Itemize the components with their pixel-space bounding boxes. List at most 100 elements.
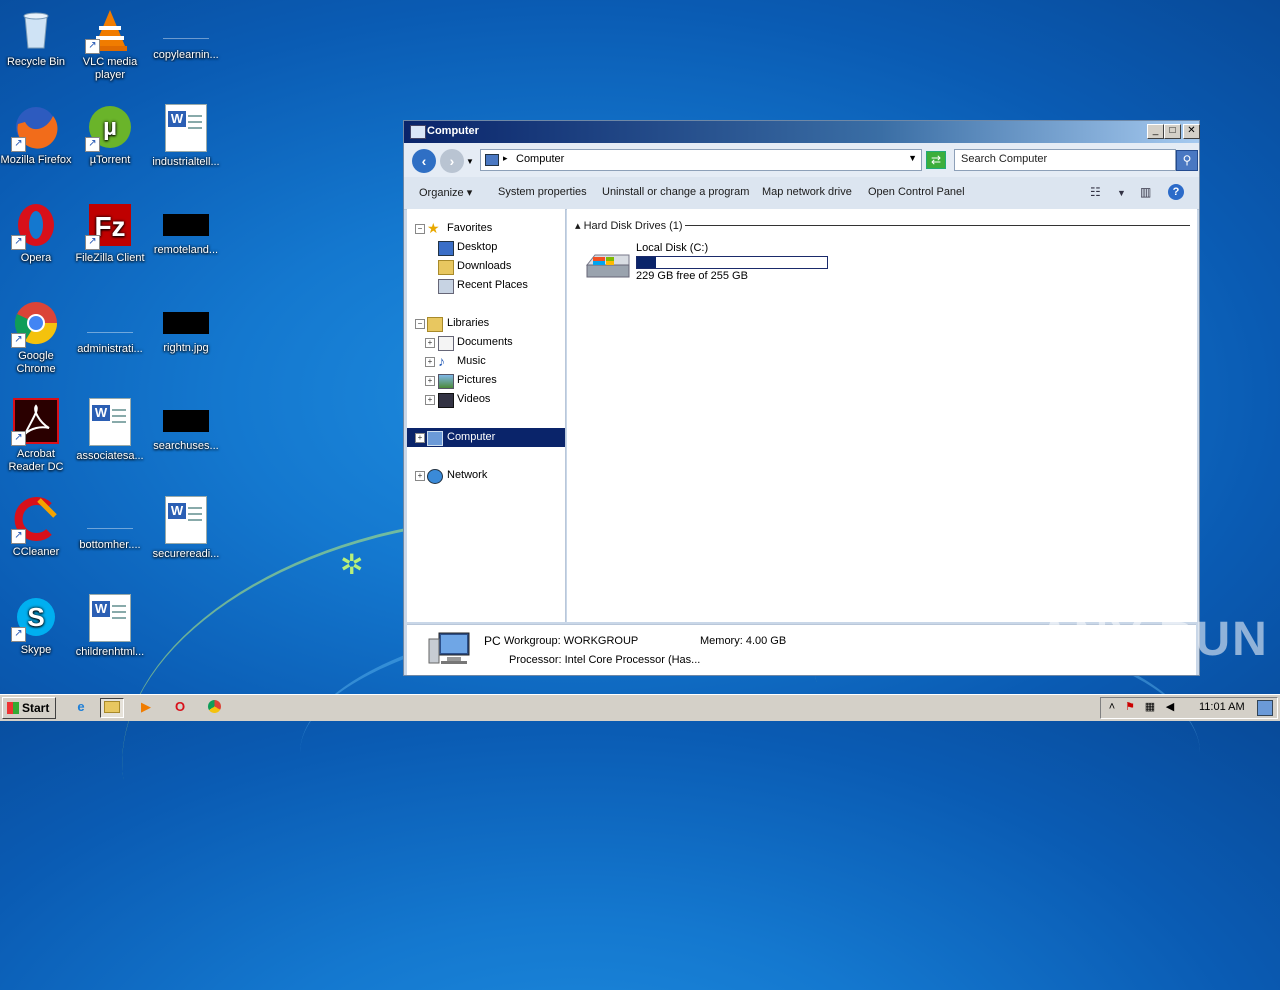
- explorer-taskbar-button[interactable]: [100, 698, 124, 718]
- desktop-icon-chrome[interactable]: ↗ Google Chrome: [0, 300, 74, 376]
- libraries-icon: [427, 317, 443, 332]
- image-file-icon: [163, 410, 209, 432]
- chrome-taskbar-icon[interactable]: [203, 698, 225, 716]
- nav-item-documents[interactable]: + Documents: [407, 333, 565, 352]
- desktop-icon-copylearnin[interactable]: copylearnin...: [148, 6, 224, 62]
- workgroup-label: Workgroup: WORKGROUP: [504, 635, 639, 647]
- desktop-icon-firefox[interactable]: ↗ Mozilla Firefox: [0, 104, 74, 167]
- desktop-icon-childrenhtml[interactable]: W childrenhtml...: [72, 594, 148, 659]
- view-options-icon[interactable]: ☷: [1090, 185, 1101, 199]
- expand-icon[interactable]: +: [415, 471, 425, 481]
- system-properties-button[interactable]: System properties: [498, 186, 587, 198]
- wallpaper-leaf-icon: ✲: [340, 549, 364, 580]
- nav-item-desktop[interactable]: Desktop: [407, 238, 565, 257]
- expand-icon[interactable]: +: [425, 338, 435, 348]
- music-icon: ♪: [438, 353, 445, 369]
- media-player-icon[interactable]: ▶: [135, 698, 157, 716]
- minimize-button[interactable]: _: [1147, 124, 1164, 139]
- taskbar: Start e ▶ O ˄ ⚑ ▦ ◀ 11:01 AM: [0, 694, 1280, 721]
- nav-item-videos[interactable]: + Videos: [407, 390, 565, 409]
- shortcut-arrow-icon: ↗: [11, 627, 26, 642]
- opera-taskbar-icon[interactable]: O: [169, 698, 191, 716]
- search-icon[interactable]: ⚲: [1176, 150, 1198, 171]
- show-desktop-button[interactable]: [1257, 700, 1273, 716]
- expand-icon[interactable]: +: [425, 376, 435, 386]
- desktop-icon-associatesa[interactable]: W associatesa...: [72, 398, 148, 463]
- volume-icon[interactable]: ◀: [1163, 700, 1177, 714]
- window-title: Computer: [427, 125, 479, 137]
- recent-pages-dropdown-icon[interactable]: ▼: [466, 157, 474, 166]
- chevron-right-icon[interactable]: ▸: [503, 153, 508, 164]
- close-button[interactable]: ✕: [1183, 124, 1200, 139]
- refresh-button[interactable]: ⇄: [926, 151, 946, 169]
- expand-icon[interactable]: +: [415, 433, 425, 443]
- show-hidden-icons-button[interactable]: ˄: [1105, 700, 1119, 714]
- computer-icon: [485, 154, 499, 166]
- file-icon: [87, 312, 133, 333]
- desktop-icon-ccleaner[interactable]: ↗ CCleaner: [0, 496, 74, 559]
- memory-label: Memory: 4.00 GB: [700, 635, 787, 647]
- expand-icon[interactable]: +: [425, 395, 435, 405]
- chevron-down-icon[interactable]: ▼: [908, 153, 917, 163]
- window-titlebar[interactable]: Computer _ □ ✕: [404, 121, 1200, 143]
- forward-button[interactable]: ›: [440, 149, 464, 173]
- nav-item-music[interactable]: + ♪ Music: [407, 352, 565, 371]
- back-button[interactable]: ‹: [412, 149, 436, 173]
- vlc-icon: ↗: [85, 6, 133, 54]
- address-input[interactable]: ▸ Computer ▼: [480, 149, 922, 171]
- desktop-icon-recycle-bin[interactable]: Recycle Bin: [0, 6, 74, 69]
- shortcut-arrow-icon: ↗: [11, 431, 26, 446]
- expand-icon[interactable]: +: [425, 357, 435, 367]
- desktop-icon-skype[interactable]: S ↗ Skype: [0, 594, 74, 657]
- nav-item-libraries[interactable]: − Libraries: [407, 314, 565, 333]
- firefox-icon: ↗: [11, 104, 59, 152]
- word-doc-icon: W: [89, 594, 131, 642]
- explorer-window[interactable]: Computer _ □ ✕ ‹ › ▼ ▸ Computer ▼ ⇄ Sear…: [403, 120, 1200, 676]
- nav-item-network[interactable]: + Network: [407, 466, 565, 485]
- preview-pane-icon[interactable]: ▥: [1140, 185, 1151, 199]
- start-button[interactable]: Start: [2, 697, 56, 719]
- nav-item-computer[interactable]: + Computer: [407, 428, 565, 447]
- group-header[interactable]: ▴ Hard Disk Drives (1): [575, 219, 683, 232]
- desktop-icon-industrialtell[interactable]: W industrialtell...: [148, 104, 224, 169]
- hard-drive-icon: [585, 254, 630, 278]
- desktop-icon-acrobat[interactable]: ↗ Acrobat Reader DC: [0, 398, 74, 474]
- desktop-icon: [438, 241, 454, 256]
- uninstall-program-button[interactable]: Uninstall or change a program: [602, 186, 749, 198]
- collapse-icon[interactable]: −: [415, 224, 425, 234]
- drive-usage-bar: [636, 256, 828, 269]
- map-network-drive-button[interactable]: Map network drive: [762, 186, 852, 198]
- pc-icon: [428, 632, 470, 664]
- desktop-icon-bottomher[interactable]: bottomher....: [72, 496, 148, 552]
- organize-button[interactable]: Organize ▾: [419, 186, 472, 199]
- desktop-icon-utorrent[interactable]: µ ↗ µTorrent: [72, 104, 148, 167]
- chevron-down-icon[interactable]: ▼: [1117, 188, 1126, 198]
- nav-item-recent-places[interactable]: Recent Places: [407, 276, 565, 295]
- desktop-icon-rightn[interactable]: rightn.jpg: [148, 300, 224, 355]
- action-center-icon[interactable]: ⚑: [1123, 700, 1137, 714]
- collapse-icon[interactable]: −: [415, 319, 425, 329]
- documents-icon: [438, 336, 454, 351]
- desktop-icon-administrati[interactable]: administrati...: [72, 300, 148, 356]
- desktop-icon-searchuses[interactable]: searchuses...: [148, 398, 224, 453]
- desktop-icon-remoteland[interactable]: remoteland...: [148, 202, 224, 257]
- search-input[interactable]: Search Computer: [954, 149, 1176, 171]
- network-status-icon[interactable]: ▦: [1143, 700, 1157, 714]
- open-control-panel-button[interactable]: Open Control Panel: [868, 186, 965, 198]
- utorrent-icon: µ ↗: [85, 104, 133, 152]
- processor-label: Processor: Intel Core Processor (Has...: [509, 654, 701, 666]
- desktop-icon-vlc[interactable]: ↗ VLC media player: [72, 6, 148, 82]
- nav-item-downloads[interactable]: Downloads: [407, 257, 565, 276]
- clock[interactable]: 11:01 AM: [1199, 701, 1245, 713]
- internet-explorer-icon[interactable]: e: [70, 698, 92, 716]
- maximize-button[interactable]: □: [1164, 124, 1181, 139]
- desktop-icon-securereadi[interactable]: W securereadi...: [148, 496, 224, 561]
- help-icon[interactable]: ?: [1168, 184, 1184, 200]
- chrome-icon: ↗: [11, 300, 59, 348]
- nav-item-pictures[interactable]: + Pictures: [407, 371, 565, 390]
- group-divider: [685, 225, 1190, 226]
- nav-item-favorites[interactable]: − ★ Favorites: [407, 219, 565, 238]
- desktop-icon-opera[interactable]: ↗ Opera: [0, 202, 74, 265]
- windows-flag-icon: [7, 702, 19, 714]
- desktop-icon-filezilla[interactable]: Fz ↗ FileZilla Client: [72, 202, 148, 265]
